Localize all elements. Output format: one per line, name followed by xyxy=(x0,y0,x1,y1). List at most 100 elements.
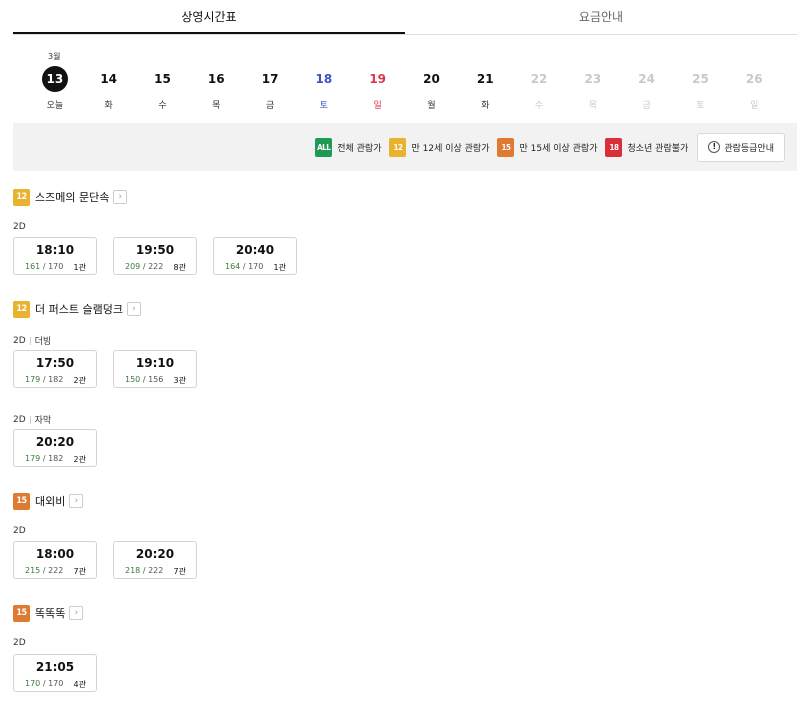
showtime-list: 18:00 215 / 222 7관 20:20 218 / 222 7관 xyxy=(13,541,213,579)
seat-count: 161 / 170 xyxy=(25,262,63,271)
date-item: 26 일 xyxy=(727,66,781,112)
rating-legend: ALL 전체 관람가 12 만 12세 이상 관람가 15 만 15세 이상 관람가 18 청… xyxy=(13,123,797,171)
showtime-time: 18:00 xyxy=(35,547,75,561)
showtime-time: 21:05 xyxy=(35,660,75,674)
date-item[interactable]: 14 화 xyxy=(82,66,136,112)
seat-count: 209 / 222 xyxy=(125,262,163,271)
seats-total: 222 xyxy=(48,566,64,575)
seats-separator: / xyxy=(40,679,49,688)
seats-available: 179 xyxy=(25,454,41,463)
seats-total: 222 xyxy=(148,262,164,271)
date-weekday: 오늘 xyxy=(46,101,64,111)
rating-15-icon: 15 xyxy=(13,604,30,622)
showtime-time: 20:20 xyxy=(135,547,175,561)
showtime-time: 17:50 xyxy=(35,356,75,370)
rating-12-icon: 12 xyxy=(389,137,407,157)
format-type: 2D xyxy=(13,414,26,425)
seat-count: 170 / 170 xyxy=(25,679,63,688)
seats-separator: / xyxy=(40,566,49,575)
hall-number: 1관 xyxy=(273,263,286,272)
date-number: 14 xyxy=(100,72,118,86)
screen-format: 2D xyxy=(13,638,26,648)
seats-available: 170 xyxy=(25,679,41,688)
chevron-right-icon[interactable]: › xyxy=(69,606,84,620)
showtime-button[interactable]: 20:40 164 / 170 1관 xyxy=(213,237,297,275)
rating-legend-label: 만 12세 이상 관람가 xyxy=(411,143,490,154)
chevron-right-icon[interactable]: › xyxy=(113,190,128,204)
schedule-tabs: 상영시간표 요금안내 xyxy=(13,0,797,35)
seats-separator: / xyxy=(140,566,149,575)
seat-count: 215 / 222 xyxy=(25,566,63,575)
date-number: 16 xyxy=(207,72,225,86)
seats-total: 170 xyxy=(248,262,264,271)
movie-title-row: 15 똑똑똑 › xyxy=(13,604,84,622)
movie-title-row: 12 더 퍼스트 슬램덩크 › xyxy=(13,300,141,318)
date-item[interactable]: 19 일 xyxy=(351,66,405,112)
seats-separator: / xyxy=(140,375,149,384)
seats-available: 179 xyxy=(25,375,41,384)
seats-separator: / xyxy=(40,375,49,384)
rating-guide-button[interactable]: ! 관람등급안내 xyxy=(697,132,785,162)
showtime-time: 19:50 xyxy=(135,243,175,257)
date-item[interactable]: 13 오늘 xyxy=(28,66,82,112)
rating-legend-label: 청소년 관람불가 xyxy=(627,143,689,154)
format-type: 2D xyxy=(13,335,26,346)
showtime-button[interactable]: 19:50 209 / 222 8관 xyxy=(113,237,197,275)
date-item[interactable]: 20 월 xyxy=(405,66,459,112)
chevron-right-icon[interactable]: › xyxy=(126,302,141,316)
showtime-time: 20:40 xyxy=(235,243,275,257)
rating-15-icon: 15 xyxy=(13,492,30,510)
rating-legend-label: 전체 관람가 xyxy=(337,143,382,154)
date-weekday: 수 xyxy=(158,101,167,111)
date-item: 24 금 xyxy=(620,66,674,112)
date-number: 21 xyxy=(476,72,494,86)
seats-available: 209 xyxy=(125,262,141,271)
date-number: 15 xyxy=(154,72,171,86)
hall-number: 8관 xyxy=(173,263,186,272)
hall-number: 2관 xyxy=(73,455,86,464)
seats-total: 170 xyxy=(48,679,64,688)
date-number: 24 xyxy=(638,72,655,86)
movie-title[interactable]: 더 퍼스트 슬램덩크 xyxy=(35,301,123,317)
showtime-button[interactable]: 20:20 179 / 182 2관 xyxy=(13,429,97,467)
showtime-button[interactable]: 20:20 218 / 222 7관 xyxy=(113,541,197,579)
movie-title-row: 15 대외비 › xyxy=(13,492,84,510)
showtime-button[interactable]: 17:50 179 / 182 2관 xyxy=(13,350,97,388)
showtime-list: 20:20 179 / 182 2관 xyxy=(13,429,113,467)
tab-pricing[interactable]: 요금안내 xyxy=(405,0,797,34)
date-item[interactable]: 21 화 xyxy=(458,66,512,112)
showtime-button[interactable]: 18:10 161 / 170 1관 xyxy=(13,237,97,275)
chevron-right-icon[interactable]: › xyxy=(69,494,84,508)
movie-title[interactable]: 똑똑똑 xyxy=(35,605,65,621)
movie-title[interactable]: 대외비 xyxy=(35,493,65,509)
date-item: 22 수 xyxy=(512,66,566,112)
divider xyxy=(29,415,31,424)
showtime-list: 17:50 179 / 182 2관 19:10 150 / 156 3관 xyxy=(13,350,213,388)
hall-number: 1관 xyxy=(73,263,86,272)
date-item[interactable]: 18 토 xyxy=(297,66,351,112)
divider xyxy=(29,336,31,345)
date-item[interactable]: 15 수 xyxy=(136,66,190,112)
rating-all-icon: ALL xyxy=(315,137,333,157)
hall-number: 7관 xyxy=(73,567,86,576)
seats-available: 164 xyxy=(225,262,241,271)
seats-total: 170 xyxy=(48,262,64,271)
format-type: 2D xyxy=(13,638,26,648)
date-weekday: 금 xyxy=(642,101,651,111)
showtime-list: 21:05 170 / 170 4관 xyxy=(13,654,113,692)
movie-title[interactable]: 스즈메의 문단속 xyxy=(35,189,109,205)
seats-available: 150 xyxy=(125,375,141,384)
date-item[interactable]: 16 목 xyxy=(189,66,243,112)
showtime-button[interactable]: 19:10 150 / 156 3관 xyxy=(113,350,197,388)
format-type: 2D xyxy=(13,526,26,536)
date-weekday: 일 xyxy=(750,101,759,111)
showtime-time: 20:20 xyxy=(35,435,75,449)
date-number: 26 xyxy=(745,72,763,86)
date-number: 18 xyxy=(315,72,333,86)
screen-format: 2D 자막 xyxy=(13,413,51,427)
seat-count: 179 / 182 xyxy=(25,375,63,384)
showtime-button[interactable]: 21:05 170 / 170 4관 xyxy=(13,654,97,692)
date-item[interactable]: 17 금 xyxy=(243,66,297,112)
showtime-button[interactable]: 18:00 215 / 222 7관 xyxy=(13,541,97,579)
tab-showtimes[interactable]: 상영시간표 xyxy=(13,0,405,34)
